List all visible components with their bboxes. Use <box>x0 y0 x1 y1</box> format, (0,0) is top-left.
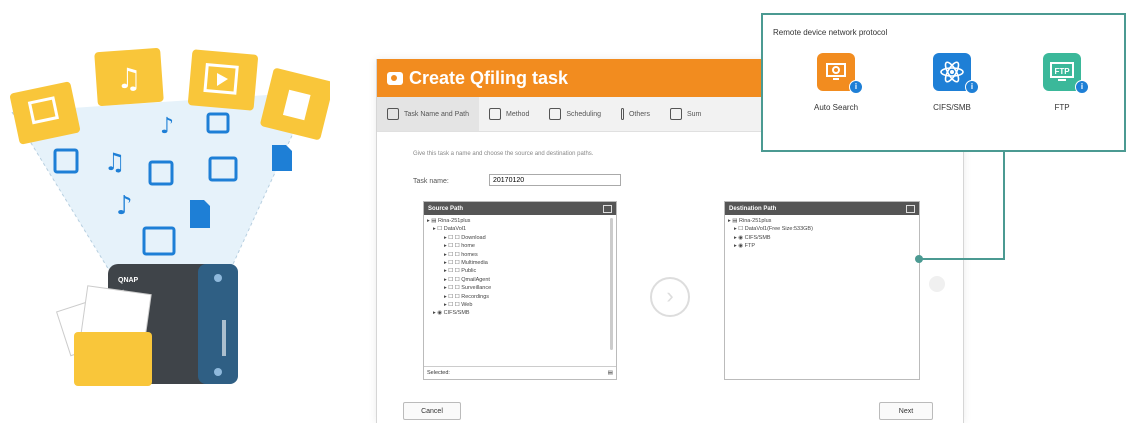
source-scrollbar[interactable] <box>610 218 613 350</box>
ghost-circle <box>929 276 945 292</box>
destination-path-title: Destination Path <box>729 205 777 212</box>
arrow-right-icon: › <box>650 277 690 317</box>
method-icon <box>488 108 501 120</box>
document-icon <box>190 200 210 228</box>
destination-path-panel: Destination Path ▸ ▤ Rina-251plus ▸ ☐ Da… <box>724 201 920 380</box>
tree-node-folder[interactable]: ▸ ☐ ☐ Download <box>424 234 616 242</box>
tree-node-folder[interactable]: ▸ ☐ ☐ QmailAgent <box>424 276 616 284</box>
instructions: Give this task a name and choose the sou… <box>413 151 594 157</box>
task-path-icon <box>387 108 399 120</box>
callout-title: Remote device network protocol <box>773 28 888 37</box>
protocol-label: Auto Search <box>813 103 859 112</box>
music-note-icon: ♪ <box>160 114 174 139</box>
source-path-panel: Source Path ▸ ▤ Rina-251plus ▸ ☐ DataVol… <box>423 201 617 380</box>
cancel-button[interactable]: Cancel <box>403 402 461 420</box>
selected-list-icon[interactable]: ▤ <box>608 370 613 376</box>
svg-text:♫: ♫ <box>116 62 141 95</box>
step-label: Others <box>628 110 650 118</box>
calendar-icon <box>549 108 562 120</box>
source-tree: ▸ ▤ Rina-251plus ▸ ☐ DataVol1 ▸ ☐ ☐ Down… <box>424 215 616 318</box>
qfiling-app-icon <box>387 71 403 85</box>
cifs-smb-icon: i <box>933 53 979 94</box>
next-button[interactable]: Next <box>879 402 933 420</box>
folder-documents-illustration <box>55 285 152 386</box>
others-icon <box>620 108 624 120</box>
step-label: Sum <box>687 110 702 118</box>
source-path-header: Source Path <box>424 202 616 215</box>
nas-brand: QNAP <box>118 277 139 284</box>
protocol-label: FTP <box>1054 103 1070 112</box>
tree-node-cifs[interactable]: ▸ ◉ CIFS/SMB <box>424 309 616 317</box>
tree-node-nas[interactable]: ▸ ▤ Rina-251plus <box>725 217 919 225</box>
tree-node-folder[interactable]: ▸ ☐ ☐ homes <box>424 251 616 259</box>
qfiling-illustration: ♫ ♪ ♫ ♪ QNAP <box>10 48 330 386</box>
ftp-icon-text: FTP <box>1054 67 1070 76</box>
connector-line <box>1003 151 1005 260</box>
document-icon <box>272 145 292 171</box>
task-name-label: Task name: <box>413 178 449 185</box>
tree-node-ftp[interactable]: ▸ ◉ FTP <box>725 242 919 250</box>
folder-settings-icon[interactable] <box>603 204 612 213</box>
step-label: Task Name and Path <box>404 110 469 118</box>
step-label: Method <box>505 110 530 118</box>
summary-icon <box>670 108 682 120</box>
info-icon[interactable]: i <box>965 80 979 94</box>
tree-node-volume[interactable]: ▸ ☐ DataVol1 <box>424 225 616 233</box>
folder-video-icon <box>188 49 258 111</box>
step-task-name-and-path[interactable]: Task Name and Path <box>377 97 479 131</box>
tree-node-folder[interactable]: ▸ ☐ ☐ home <box>424 242 616 250</box>
music-note-icon: ♫ <box>104 148 126 176</box>
info-icon[interactable]: i <box>1075 80 1089 94</box>
tree-node-folder[interactable]: ▸ ☐ ☐ Recordings <box>424 293 616 301</box>
connector-line <box>920 258 1005 260</box>
window-title: Create Qfiling task <box>409 67 569 88</box>
tree-node-folder[interactable]: ▸ ☐ ☐ Multimedia <box>424 259 616 267</box>
source-path-title: Source Path <box>428 205 464 212</box>
info-icon[interactable]: i <box>849 80 863 94</box>
tree-node-folder[interactable]: ▸ ☐ ☐ Web <box>424 301 616 309</box>
tree-node-cifs[interactable]: ▸ ◉ CIFS/SMB <box>725 234 919 242</box>
ftp-icon: FTP i <box>1043 53 1089 94</box>
step-method[interactable]: Method <box>479 97 539 131</box>
protocol-callout: Remote device network protocol i Auto Se… <box>761 13 1126 152</box>
tree-node-nas[interactable]: ▸ ▤ Rina-251plus <box>424 217 616 225</box>
protocol-cifs-smb[interactable]: i CIFS/SMB <box>907 53 997 112</box>
tree-node-volume[interactable]: ▸ ☐ DataVol1(Free Size:533GB) <box>725 225 919 233</box>
protocol-auto-search[interactable]: i Auto Search <box>791 53 881 112</box>
step-scheduling[interactable]: Scheduling <box>539 97 611 131</box>
task-name-input[interactable] <box>489 174 621 186</box>
step-others[interactable]: Others <box>611 97 660 131</box>
music-note-icon: ♪ <box>116 191 133 221</box>
step-label: Scheduling <box>566 110 601 118</box>
selected-label: Selected: <box>427 370 450 376</box>
folder-settings-icon[interactable] <box>906 204 915 213</box>
folder-music-icon: ♫ <box>94 48 164 106</box>
tree-node-folder[interactable]: ▸ ☐ ☐ Public <box>424 267 616 275</box>
protocol-ftp[interactable]: FTP i FTP <box>1017 53 1107 112</box>
connector-dot <box>915 255 923 263</box>
destination-path-header: Destination Path <box>725 202 919 215</box>
step-summary[interactable]: Sum <box>660 97 711 131</box>
auto-search-icon: i <box>817 53 863 94</box>
protocol-label: CIFS/SMB <box>933 103 971 112</box>
destination-tree: ▸ ▤ Rina-251plus ▸ ☐ DataVol1(Free Size:… <box>725 215 919 251</box>
selected-bar: Selected: ▤ <box>424 366 616 379</box>
tree-node-folder[interactable]: ▸ ☐ ☐ Surveillance <box>424 284 616 292</box>
